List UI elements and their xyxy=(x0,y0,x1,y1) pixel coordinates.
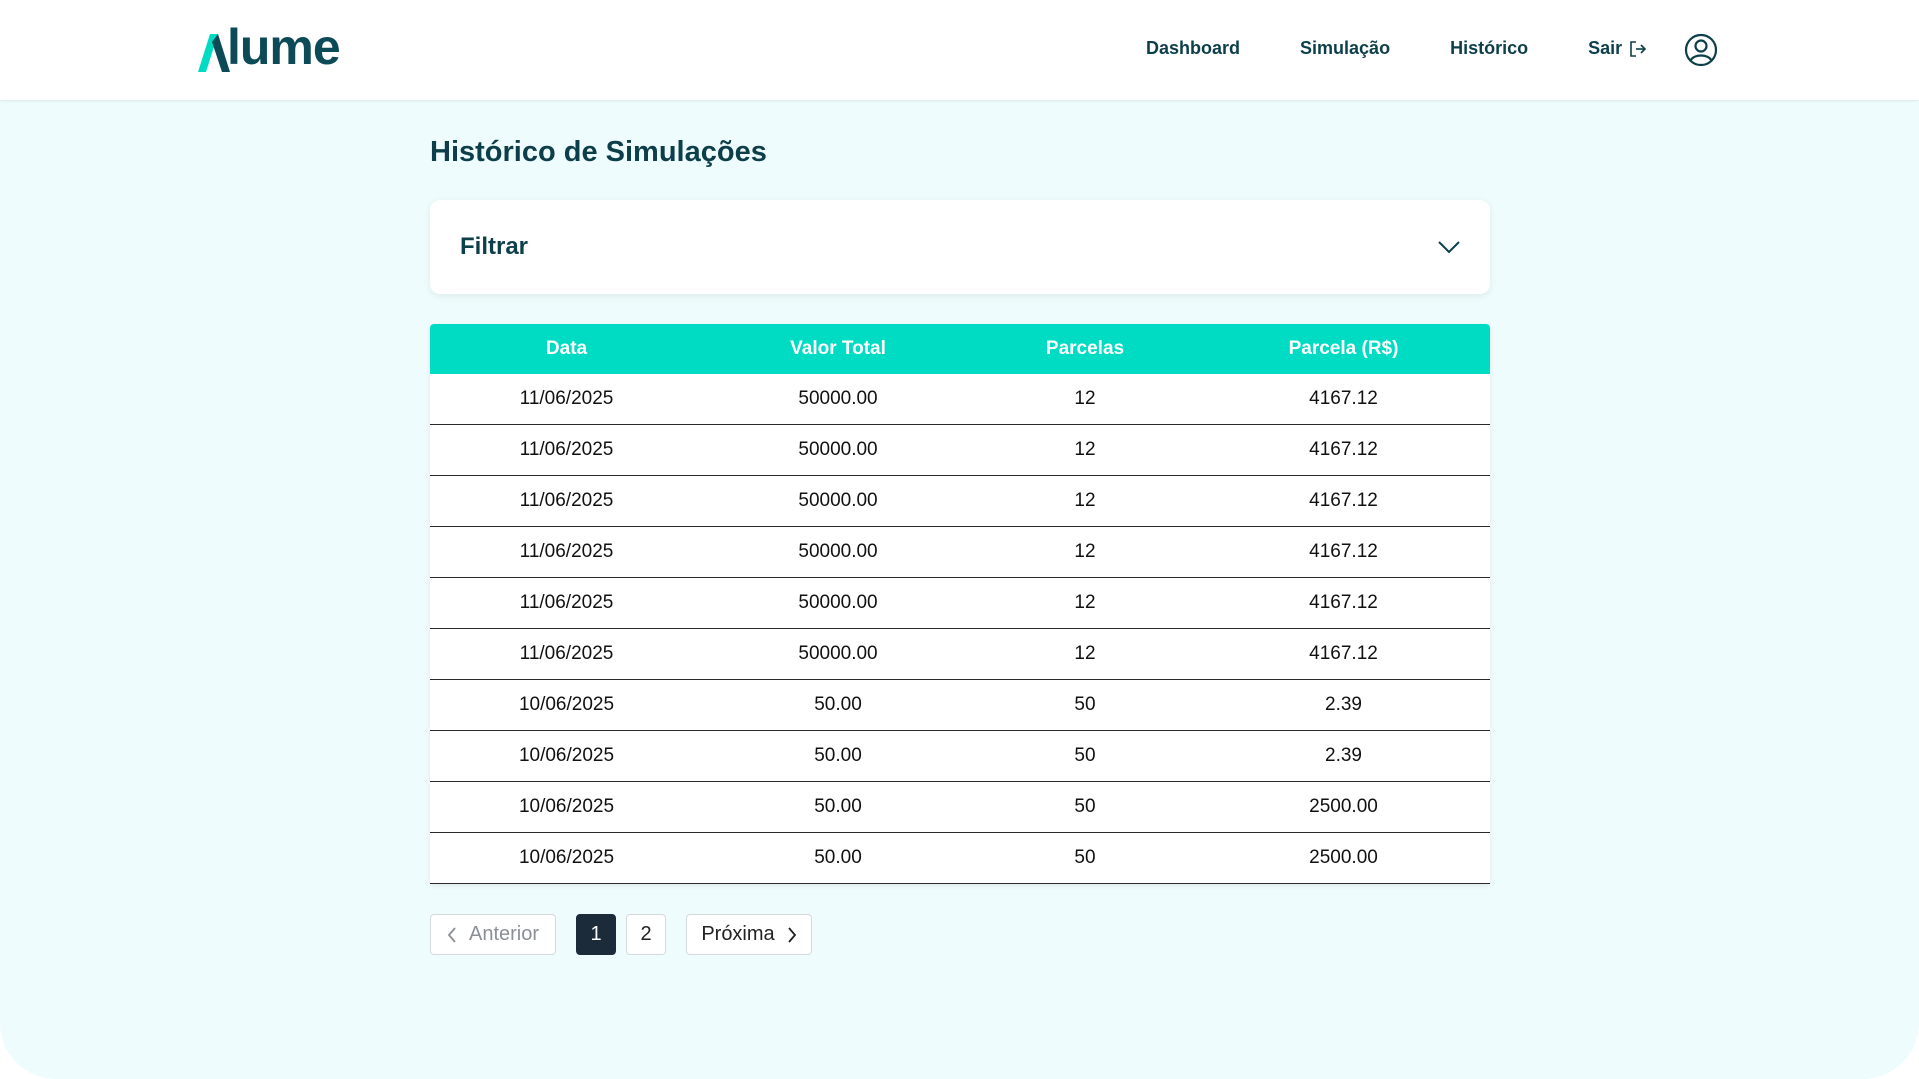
cell-data: 11/06/2025 xyxy=(519,490,614,512)
logout-icon xyxy=(1630,40,1647,57)
cell-valor-total: 50000.00 xyxy=(798,592,878,614)
previous-page-button[interactable]: Anterior xyxy=(430,914,556,956)
cell-parcelas: 50 xyxy=(1074,796,1096,818)
logo-text: lume xyxy=(227,19,341,75)
table-row: 10/06/2025 50.00 50 2.39 xyxy=(430,731,1490,782)
history-table: Data Valor Total Parcelas Parcela (R$) 1… xyxy=(430,323,1490,885)
cell-data: 10/06/2025 xyxy=(518,847,615,869)
cell-parcela: 4167.12 xyxy=(1309,490,1378,512)
nav-dashboard[interactable]: Dashboard xyxy=(1146,38,1240,59)
cell-parcela: 4167.12 xyxy=(1309,541,1378,563)
table-header-row: Data Valor Total Parcelas Parcela (R$) xyxy=(430,323,1490,374)
cell-valor-total: 50.00 xyxy=(814,847,862,869)
cell-parcela: 2500.00 xyxy=(1309,796,1378,818)
table-row: 11/06/2025 50000.00 12 4167.12 xyxy=(430,578,1490,629)
column-header-data: Data xyxy=(545,337,588,359)
column-header-parcelas: Parcelas xyxy=(1045,337,1125,359)
filter-accordion[interactable]: Filtrar xyxy=(430,199,1490,294)
cell-parcelas: 12 xyxy=(1074,643,1096,665)
history-table-container: Data Valor Total Parcelas Parcela (R$) 1… xyxy=(430,323,1490,885)
cell-parcelas: 50 xyxy=(1074,745,1096,767)
cell-parcela: 4167.12 xyxy=(1309,592,1378,614)
nav-simulacao[interactable]: Simulação xyxy=(1300,38,1390,59)
logo-a-mark-icon xyxy=(198,34,230,72)
cell-data: 10/06/2025 xyxy=(518,796,615,818)
cell-parcelas: 12 xyxy=(1074,439,1096,461)
cell-valor-total: 50000.00 xyxy=(798,439,878,461)
nav-sair[interactable]: Sair xyxy=(1588,38,1647,59)
table-row: 10/06/2025 50.00 50 2500.00 xyxy=(430,782,1490,833)
cell-data: 11/06/2025 xyxy=(519,592,614,614)
cell-parcelas: 50 xyxy=(1074,847,1096,869)
previous-page-label: Anterior xyxy=(468,923,540,946)
table-row: 10/06/2025 50.00 50 2500.00 xyxy=(430,833,1490,884)
nav-historico[interactable]: Histórico xyxy=(1450,38,1528,59)
nav-simulacao-label: Simulação xyxy=(1300,38,1391,58)
table-row: 11/06/2025 50000.00 12 4167.12 xyxy=(430,527,1490,578)
cell-valor-total: 50.00 xyxy=(814,694,862,716)
next-page-label: Próxima xyxy=(701,923,775,946)
cell-parcela: 2.39 xyxy=(1325,745,1362,767)
page-2-button[interactable]: 2 xyxy=(626,914,666,956)
cell-valor-total: 50.00 xyxy=(814,796,862,818)
cell-valor-total: 50000.00 xyxy=(798,388,878,410)
cell-parcelas: 12 xyxy=(1074,388,1096,410)
cell-parcela: 2500.00 xyxy=(1309,847,1378,869)
filter-title: Filtrar xyxy=(460,232,529,260)
table-row: 10/06/2025 50.00 50 2.39 xyxy=(430,680,1490,731)
chevron-right-icon xyxy=(787,927,796,943)
table-row: 11/06/2025 50000.00 12 4167.12 xyxy=(430,629,1490,680)
top-navbar: lume Dashboard Simulação Histórico Sair xyxy=(0,0,1919,100)
table-row: 11/06/2025 50000.00 12 4167.12 xyxy=(430,425,1490,476)
cell-data: 11/06/2025 xyxy=(519,388,614,410)
user-avatar-button[interactable] xyxy=(1684,33,1718,67)
nav-sair-label: Sair xyxy=(1588,38,1623,58)
page-title: Histórico de Simulações xyxy=(430,136,767,168)
chevron-down-icon[interactable] xyxy=(1438,240,1460,254)
main-content: Histórico de Simulações Filtrar Data Val… xyxy=(430,100,1490,956)
cell-parcela: 2.39 xyxy=(1325,694,1362,716)
cell-valor-total: 50000.00 xyxy=(798,490,878,512)
next-page-button[interactable]: Próxima xyxy=(686,914,812,956)
cell-valor-total: 50000.00 xyxy=(798,541,878,563)
cell-data: 10/06/2025 xyxy=(518,694,615,716)
chevron-left-icon xyxy=(447,927,456,943)
column-header-valor-total: Valor Total xyxy=(790,337,886,359)
table-row: 11/06/2025 50000.00 12 4167.12 xyxy=(430,476,1490,527)
user-circle-icon xyxy=(1684,33,1718,67)
cell-parcela: 4167.12 xyxy=(1309,439,1378,461)
cell-valor-total: 50000.00 xyxy=(798,643,878,665)
main-nav: Dashboard Simulação Histórico Sair xyxy=(1146,38,1647,59)
nav-historico-label: Histórico xyxy=(1450,38,1529,58)
cell-parcelas: 12 xyxy=(1074,541,1096,563)
cell-parcelas: 12 xyxy=(1074,592,1096,614)
column-header-parcela: Parcela (R$) xyxy=(1288,337,1399,359)
cell-valor-total: 50.00 xyxy=(814,745,862,767)
cell-parcela: 4167.12 xyxy=(1309,643,1378,665)
pagination: Anterior 1 2 Próxima xyxy=(430,914,1490,956)
cell-parcela: 4167.12 xyxy=(1309,388,1378,410)
page-1-button[interactable]: 1 xyxy=(576,914,616,956)
cell-data: 11/06/2025 xyxy=(519,541,614,563)
alume-logo[interactable]: lume xyxy=(198,19,341,75)
nav-dashboard-label: Dashboard xyxy=(1146,38,1241,58)
cell-data: 11/06/2025 xyxy=(519,439,614,461)
cell-data: 10/06/2025 xyxy=(518,745,615,767)
table-row: 11/06/2025 50000.00 12 4167.12 xyxy=(430,374,1490,425)
cell-parcelas: 12 xyxy=(1074,490,1096,512)
app-page: lume Dashboard Simulação Histórico Sair xyxy=(0,0,1919,1079)
cell-data: 11/06/2025 xyxy=(519,643,614,665)
cell-parcelas: 50 xyxy=(1074,694,1096,716)
